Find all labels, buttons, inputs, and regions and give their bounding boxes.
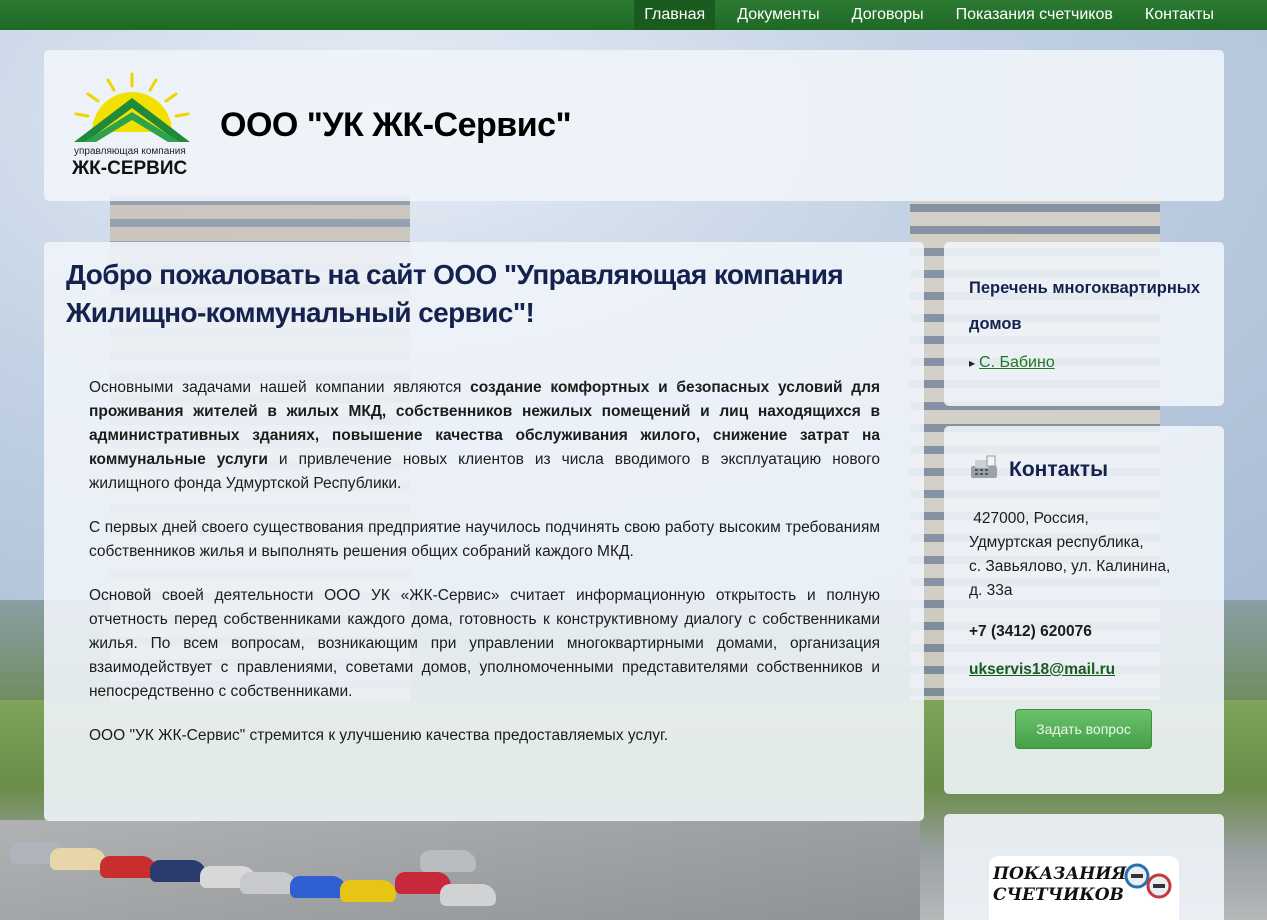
car [240, 872, 296, 894]
car [50, 848, 106, 870]
water-meter-icon [1124, 863, 1172, 899]
house-link-babino[interactable]: С. Бабино [979, 354, 1055, 371]
address-line: с. Завьялово, ул. Калинина, [969, 558, 1171, 575]
site-header: управляющая компания ЖК-СЕРВИС ООО "УК Ж… [44, 50, 1224, 201]
paragraph-quality: ООО "УК ЖК-Сервис" стремится к улучшению… [89, 727, 669, 744]
contacts-widget: Контакты 427000, Россия, Удмуртская респ… [944, 426, 1224, 794]
contacts-heading: Контакты [1009, 457, 1109, 481]
houses-list: С. Бабино [969, 354, 1204, 372]
nav-item-meter-readings[interactable]: Показания счетчиков [940, 0, 1129, 30]
meter-readings-widget: ПОКАЗАНИЯ СЧЕТЧИКОВ [944, 814, 1224, 920]
car [420, 850, 476, 872]
car [340, 880, 396, 902]
ask-question-button[interactable]: Задать вопрос [1015, 709, 1152, 749]
logo-name: ЖК-СЕРВИС [71, 158, 188, 179]
nav-item-documents[interactable]: Документы [721, 0, 835, 30]
nav-item-contracts[interactable]: Договоры [836, 0, 940, 30]
meter-readings-banner[interactable]: ПОКАЗАНИЯ СЧЕТЧИКОВ [989, 856, 1179, 920]
address-line: 427000, Россия, [969, 510, 1089, 527]
logo-subtitle: управляющая компания [74, 146, 186, 157]
page-title: Добро пожаловать на сайт ООО "Управляюща… [66, 259, 844, 328]
site-title: ООО "УК ЖК-Сервис" [220, 106, 572, 144]
car [440, 884, 496, 906]
email-link[interactable]: ukservis18@mail.ru [969, 661, 1115, 679]
logo-graphic: управляющая компания ЖК-СЕРВИС [71, 72, 190, 179]
car [100, 856, 156, 878]
address-line: Удмуртская республика, [969, 534, 1144, 551]
company-logo[interactable]: управляющая компания ЖК-СЕРВИС [70, 72, 194, 180]
top-navigation: Главная Документы Договоры Показания сче… [0, 0, 1267, 30]
paragraph-goals-start: Основными задачами нашей компании являют… [89, 379, 471, 396]
main-content: Добро пожаловать на сайт ООО "Управляюща… [44, 242, 924, 821]
nav-item-home[interactable]: Главная [634, 0, 716, 30]
list-item: С. Бабино [969, 354, 1204, 372]
address-line: д. 33а [969, 582, 1013, 599]
car [150, 860, 206, 882]
phone-number: +7 (3412) 620076 [969, 623, 1092, 640]
phone-fax-icon [969, 454, 999, 485]
paragraph-history: С первых дней своего существования предп… [89, 519, 880, 560]
paragraph-openness: Основой своей деятельности ООО УК «ЖК-Се… [89, 587, 880, 700]
paragraph-goals: Основными задачами нашей компании являют… [89, 376, 880, 496]
houses-heading: Перечень многоквартирных домов [969, 279, 1201, 333]
nav-item-contacts[interactable]: Контакты [1129, 0, 1230, 30]
contacts-title: Контакты [969, 454, 1204, 485]
car [290, 876, 346, 898]
address: 427000, Россия, Удмуртская республика, с… [969, 507, 1204, 603]
houses-widget: Перечень многоквартирных домов С. Бабино [944, 242, 1224, 406]
article-body: Основными задачами нашей компании являют… [89, 376, 880, 748]
